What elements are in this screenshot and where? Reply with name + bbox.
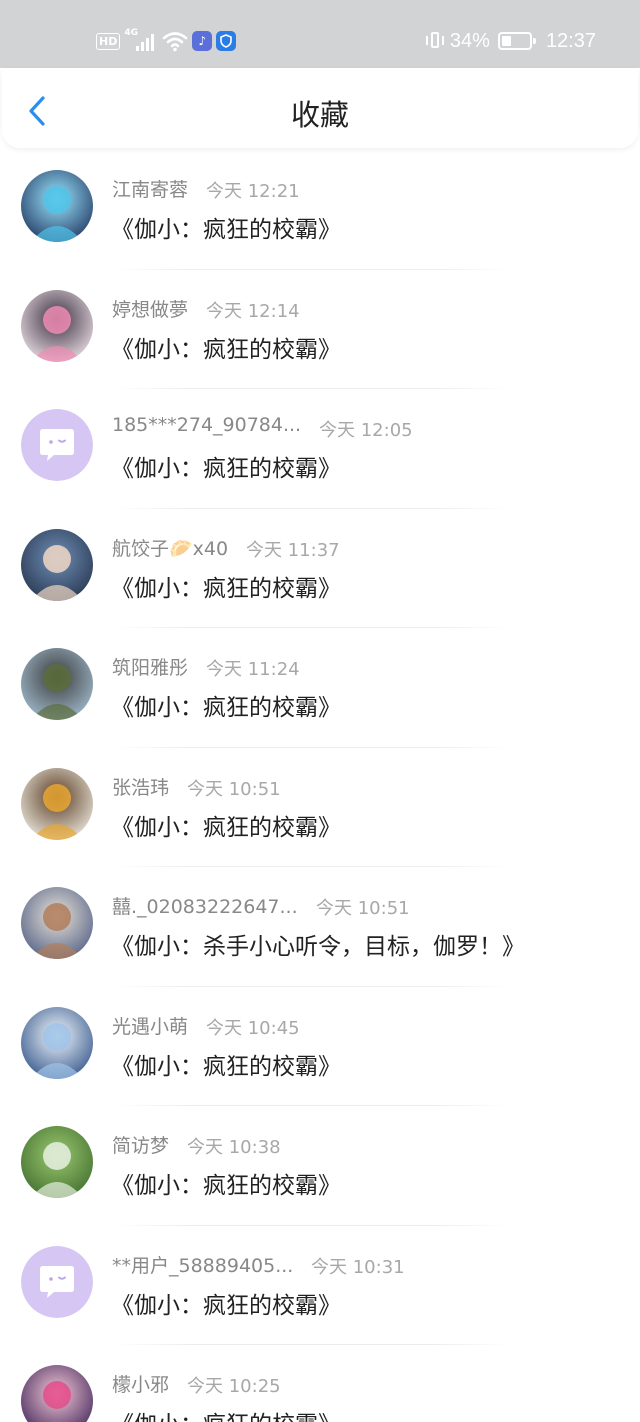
avatar[interactable] [21, 648, 93, 720]
avatar[interactable] [21, 1126, 93, 1198]
timestamp: 今天 10:51 [187, 778, 281, 800]
story-title[interactable]: 《伽小：疯狂的校霸》 [111, 1405, 341, 1422]
timestamp: 今天 10:31 [311, 1256, 405, 1278]
status-icons-right: 34% 12:37 [425, 27, 596, 55]
username: 简访梦 [112, 1135, 170, 1157]
avatar[interactable] [21, 289, 93, 362]
list-item[interactable]: 筑阳雅彤 今天 11:24 《伽小：疯狂的校霸》 [0, 628, 640, 748]
avatar[interactable] [21, 170, 93, 242]
signal-4g-icon: 4G [124, 28, 158, 52]
nav-bar: 收藏 [2, 68, 638, 148]
story-title[interactable]: 《伽小：疯狂的校霸》 [111, 1047, 341, 1081]
username: 航饺子🥟x40 [112, 537, 229, 560]
list-item[interactable]: **用户_58889405... 今天 10:31 《伽小：疯狂的校霸》 [0, 1226, 640, 1345]
story-title[interactable]: 《伽小：疯狂的校霸》 [111, 808, 341, 842]
username: 囍._02083222647... [112, 896, 298, 918]
battery-icon [497, 32, 536, 50]
music-app-icon: ♪ [192, 31, 213, 51]
story-title[interactable]: 《伽小：疯狂的校霸》 [111, 210, 341, 244]
list-item[interactable]: 光遇小萌 今天 10:45 《伽小：疯狂的校霸》 [0, 987, 640, 1106]
default-avatar[interactable] [21, 409, 93, 481]
timestamp: 今天 11:37 [246, 539, 340, 561]
story-title[interactable]: 《伽小：疯狂的校霸》 [111, 330, 341, 364]
story-title[interactable]: 《伽小：疯狂的校霸》 [111, 449, 341, 483]
avatar[interactable] [21, 528, 93, 601]
list-item[interactable]: 航饺子🥟x40 今天 11:37 《伽小：疯狂的校霸》 [0, 509, 640, 628]
story-title[interactable]: 《伽小：杀手小心听令，目标，伽罗！》 [111, 927, 525, 961]
default-avatar[interactable] [21, 1245, 93, 1318]
username: 185***274_90784... [112, 414, 302, 436]
list-item[interactable]: 婷想做夢 今天 12:14 《伽小：疯狂的校霸》 [0, 270, 640, 389]
timestamp: 今天 10:45 [206, 1017, 300, 1039]
username: 张浩玮 [112, 776, 170, 799]
username: 檬小邪 [112, 1374, 170, 1396]
timestamp: 今天 10:51 [316, 898, 410, 919]
username: 光遇小萌 [112, 1015, 189, 1038]
story-title[interactable]: 《伽小：疯狂的校霸》 [111, 1166, 341, 1200]
timestamp: 今天 12:14 [206, 300, 300, 322]
username: 婷想做夢 [112, 298, 189, 321]
wifi-icon [163, 32, 188, 52]
avatar[interactable] [21, 887, 93, 959]
timestamp: 今天 10:38 [187, 1137, 281, 1158]
vibrate-icon [425, 30, 444, 52]
battery-percent: 34% [449, 29, 490, 52]
timestamp: 今天 10:25 [187, 1376, 281, 1397]
username: **用户_58889405... [112, 1254, 294, 1277]
clock: 12:37 [545, 29, 596, 52]
story-title[interactable]: 《伽小：疯狂的校霸》 [111, 569, 341, 603]
list-item[interactable]: 囍._02083222647... 今天 10:51 《伽小：杀手小心听令，目标，伽… [0, 867, 640, 987]
avatar[interactable] [21, 1365, 93, 1422]
list-item[interactable]: 江南寄蓉 今天 12:21 《伽小：疯狂的校霸》 [0, 150, 640, 270]
username: 江南寄蓉 [112, 179, 189, 201]
list-item[interactable]: 简访梦 今天 10:38 《伽小：疯狂的校霸》 [0, 1106, 640, 1226]
list-item[interactable]: 185***274_90784... 今天 12:05 《伽小：疯狂的校霸》 [0, 389, 640, 509]
list-item[interactable]: 张浩玮 今天 10:51 《伽小：疯狂的校霸》 [0, 748, 640, 867]
username: 筑阳雅彤 [112, 657, 189, 679]
timestamp: 今天 12:05 [319, 420, 413, 441]
status-icons-left: HD 4G ♪ [96, 28, 237, 54]
avatar[interactable] [21, 767, 93, 840]
shield-app-icon [216, 31, 237, 51]
story-title[interactable]: 《伽小：疯狂的校霸》 [111, 1286, 341, 1320]
list-item[interactable]: 檬小邪今天 10:25 《伽小：疯狂的校霸》 [0, 1345, 640, 1422]
page-title: 收藏 [290, 98, 349, 132]
status-bar: HD 4G ♪ 34% 12:37 [0, 0, 640, 68]
avatar[interactable] [21, 1006, 93, 1079]
timestamp: 今天 11:24 [206, 659, 300, 680]
timestamp: 今天 12:21 [206, 181, 300, 202]
hd-indicator: HD [96, 32, 121, 50]
story-title[interactable]: 《伽小：疯狂的校霸》 [111, 688, 341, 722]
favorites-list: 江南寄蓉 今天 12:21 《伽小：疯狂的校霸》 婷想做夢 今天 12:14 《伽小：疯狂… [0, 150, 640, 1422]
